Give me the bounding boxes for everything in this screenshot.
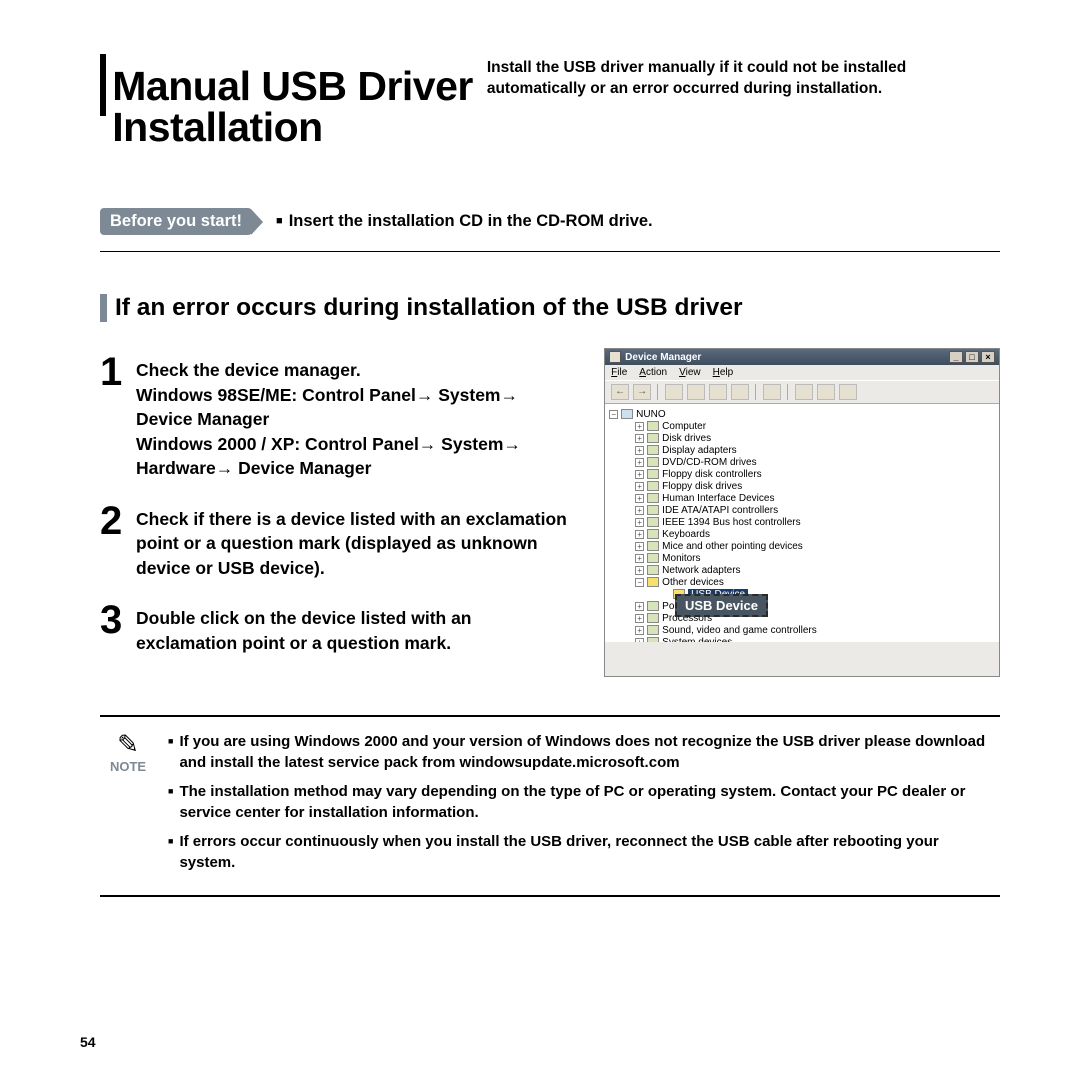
back-button[interactable]: ←: [611, 384, 629, 400]
tree-item[interactable]: +Floppy disk controllers: [635, 468, 995, 480]
step-body: Check if there is a device listed with a…: [136, 503, 586, 581]
page-subtitle: Install the USB driver manually if it co…: [487, 48, 1000, 100]
tree-item[interactable]: +Sound, video and game controllers: [635, 624, 995, 636]
toolbar-button[interactable]: [839, 384, 857, 400]
before-you-start-row: Before you start! ■ Insert the installati…: [100, 208, 1000, 235]
tree-item[interactable]: −Other devices: [635, 576, 995, 588]
section-title: If an error occurs during installation o…: [115, 294, 743, 322]
bullet-square-icon: ■: [276, 215, 283, 227]
menu-file[interactable]: File: [611, 367, 627, 378]
before-text-content: Insert the installation CD in the CD-ROM…: [289, 212, 653, 230]
toolbar-button[interactable]: [795, 384, 813, 400]
step-number: 3: [100, 602, 128, 655]
step-body: Double click on the device listed with a…: [136, 602, 566, 655]
header: Manual USB Driver Installation Install t…: [100, 48, 1000, 148]
minimize-button[interactable]: _: [949, 351, 963, 363]
steps-list: 1 Check the device manager. Windows 98SE…: [100, 354, 586, 677]
usb-device-callout: USB Device: [675, 594, 768, 617]
note-block: ✎ NOTE ■If you are using Windows 2000 an…: [100, 715, 1000, 897]
tree-item[interactable]: +Floppy disk drives: [635, 480, 995, 492]
step-2: 2 Check if there is a device listed with…: [100, 503, 586, 581]
toolbar-button[interactable]: [665, 384, 683, 400]
close-button[interactable]: ×: [981, 351, 995, 363]
step-3: 3 Double click on the device listed with…: [100, 602, 586, 655]
step-body: Check the device manager. Windows 98SE/M…: [136, 354, 566, 481]
device-tree: −NUNO +Computer+Disk drives+Display adap…: [605, 404, 999, 642]
divider: [100, 251, 1000, 252]
content-columns: 1 Check the device manager. Windows 98SE…: [100, 354, 1000, 677]
window-title: Device Manager: [625, 352, 701, 363]
page-title: Manual USB Driver Installation: [112, 48, 477, 148]
tree-item[interactable]: +DVD/CD-ROM drives: [635, 456, 995, 468]
toolbar-button[interactable]: [731, 384, 749, 400]
step-1: 1 Check the device manager. Windows 98SE…: [100, 354, 586, 481]
note-icon: ✎: [106, 731, 150, 757]
window-icon: [609, 351, 621, 363]
toolbar: ← →: [605, 380, 999, 404]
step-number: 2: [100, 503, 128, 581]
page-number: 54: [80, 1034, 96, 1050]
menu-action[interactable]: Action: [639, 367, 667, 378]
title-accent-bar: [100, 54, 106, 116]
forward-button[interactable]: →: [633, 384, 651, 400]
before-badge: Before you start!: [100, 208, 252, 235]
window-titlebar: Device Manager _ □ ×: [605, 349, 999, 365]
tree-item[interactable]: +Disk drives: [635, 432, 995, 444]
toolbar-button[interactable]: [763, 384, 781, 400]
note-bullet: ■If you are using Windows 2000 and your …: [168, 731, 994, 773]
menu-bar: File Action View Help: [605, 365, 999, 380]
device-manager-window: Device Manager _ □ × File Action View He…: [604, 348, 1000, 677]
tree-root[interactable]: −NUNO: [609, 408, 995, 420]
tree-item[interactable]: +Display adapters: [635, 444, 995, 456]
section-accent-bar: [100, 294, 107, 322]
note-body: ■If you are using Windows 2000 and your …: [168, 731, 994, 881]
tree-item[interactable]: +Mice and other pointing devices: [635, 540, 995, 552]
menu-view[interactable]: View: [679, 367, 701, 378]
tree-item[interactable]: +Monitors: [635, 552, 995, 564]
maximize-button[interactable]: □: [965, 351, 979, 363]
tree-item[interactable]: +IEEE 1394 Bus host controllers: [635, 516, 995, 528]
before-text: ■ Insert the installation CD in the CD-RO…: [276, 212, 653, 231]
menu-help[interactable]: Help: [713, 367, 734, 378]
section-heading: If an error occurs during installation o…: [100, 294, 1000, 322]
tree-item[interactable]: +System devices: [635, 636, 995, 642]
note-bullet: ■If errors occur continuously when you i…: [168, 831, 994, 873]
tree-item[interactable]: +Human Interface Devices: [635, 492, 995, 504]
window-buttons: _ □ ×: [949, 351, 995, 363]
note-left: ✎ NOTE: [106, 731, 150, 881]
step-number: 1: [100, 354, 128, 481]
toolbar-button[interactable]: [817, 384, 835, 400]
note-label: NOTE: [106, 759, 150, 774]
tree-item[interactable]: +Network adapters: [635, 564, 995, 576]
toolbar-button[interactable]: [687, 384, 705, 400]
tree-item[interactable]: +Computer: [635, 420, 995, 432]
toolbar-button[interactable]: [709, 384, 727, 400]
note-bullet: ■The installation method may vary depend…: [168, 781, 994, 823]
tree-item[interactable]: +Keyboards: [635, 528, 995, 540]
tree-item[interactable]: +IDE ATA/ATAPI controllers: [635, 504, 995, 516]
